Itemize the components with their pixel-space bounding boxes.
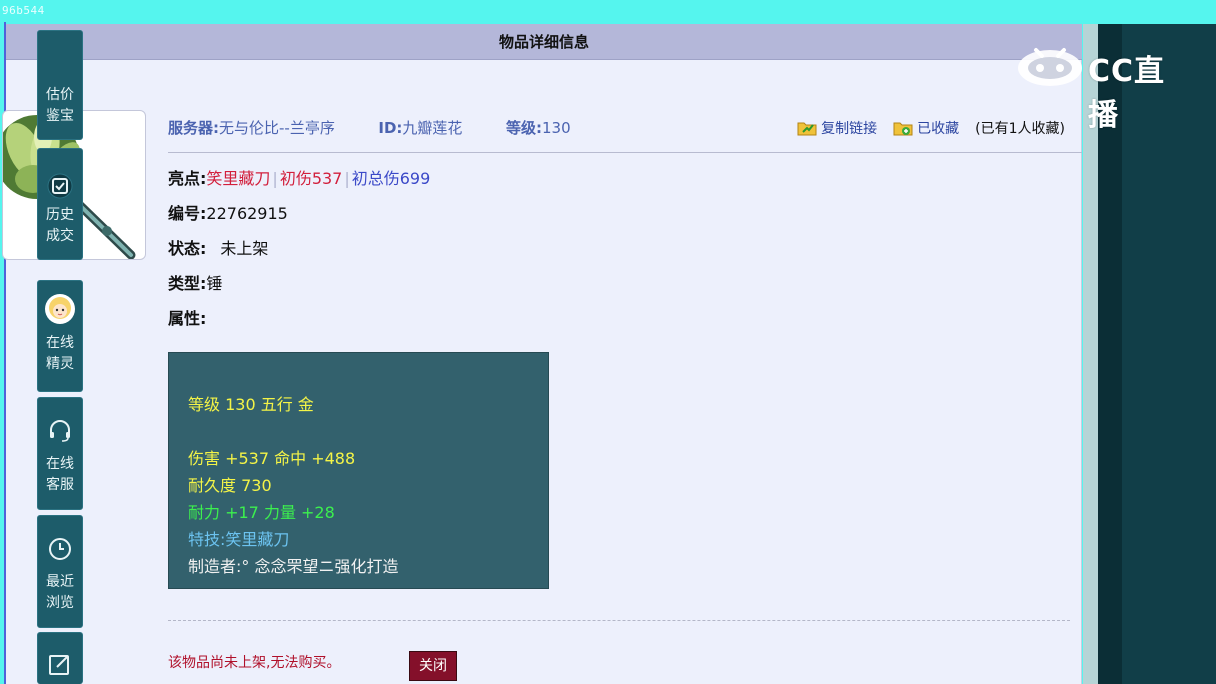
attr-special-skill: 特技:笑里藏刀 [188,530,290,549]
overlay-tag: 96b544 [2,4,45,17]
avatar-icon [45,294,75,324]
attr-spacer [188,418,548,445]
info-divider [168,152,1082,153]
sidebar-item-history[interactable]: 历史成交 [37,148,83,260]
sidebar-item-support[interactable]: 在线客服 [37,397,83,510]
attribute-panel: 等级 130 五行 金 伤害 +537 命中 +488 耐久度 730 耐力 +… [168,352,549,589]
sidebar-item-label: 在线客服 [46,456,74,493]
clock-icon [49,538,71,560]
favorited-button[interactable]: 已收藏 [893,118,959,138]
status-row: 状态: 未上架 [168,238,268,260]
highlight-skill: 笑里藏刀 [206,169,271,188]
unavailable-notice: 该物品尚未上架,无法购买。 [168,655,341,671]
sidebar-item-sprite[interactable]: 在线精灵 [37,280,83,392]
favorited-label: 已收藏 [917,121,960,137]
attr-durability: 耐久度 730 [188,476,272,495]
page-title: 物品详细信息 [6,24,1082,60]
close-button[interactable]: 关闭 [409,651,457,681]
type-row: 类型:锤 [168,273,222,295]
id-label: ID: [378,119,403,137]
sidebar-item-appraise[interactable]: 估价鉴宝 [37,30,83,140]
highlight-label: 亮点: [168,169,207,188]
type-label: 类型: [168,274,207,293]
serial-value: 22762915 [206,204,288,223]
serial-row: 编号:22762915 [168,203,288,225]
status-label: 状态: [168,239,207,258]
check-square-icon [47,173,73,199]
copy-link-button[interactable]: 复制链接 [797,118,877,138]
sidebar-item-edit[interactable] [37,632,83,684]
sidebar-item-label: 历史成交 [46,207,74,244]
server-value: 无与伦比--兰亭序 [219,119,335,137]
highlight-divider: | [272,169,278,188]
item-actions: 复制链接 已收藏 (已有1人收藏) [797,116,1065,140]
sidebar-item-label: 最近浏览 [46,574,74,611]
sidebar-item-recent[interactable]: 最近浏览 [37,515,83,628]
sidebar-item-label: 估价鉴宝 [46,87,74,124]
level-label: 等级: [506,119,542,137]
edit-icon [49,655,69,675]
item-detail-panel: 物品详细信息 服务器:无与伦比--兰亭序 ID:九瓣莲花 等级:130 复制链接 [2,24,1082,684]
copy-link-label: 复制链接 [821,121,878,137]
attr-stamina-strength: 耐力 +17 力量 +28 [188,503,335,522]
level-value: 130 [542,119,571,137]
highlight-total-damage: 初总伤699 [351,169,431,188]
attr-damage-hit: 伤害 +537 命中 +488 [188,449,356,468]
highlight-damage: 初伤537 [279,169,343,188]
attr-maker: 制造者:° 念念罘望ニ强化打造 [188,557,399,576]
footer-divider [168,620,1070,621]
cc-live-brand: CC直播 [1088,54,1166,133]
folder-star-icon [893,122,913,136]
id-value: 九瓣莲花 [402,119,463,137]
attr-level-element: 等级 130 五行 金 [188,395,314,414]
cc-live-watermark: CC直播 [1016,38,1178,133]
type-value: 锤 [206,274,223,293]
attr-row: 属性: [168,308,206,330]
server-label: 服务器: [168,119,219,137]
folder-link-icon [797,122,817,136]
favorite-count: (已有1人收藏) [975,121,1065,137]
cc-logo-icon [1018,48,1082,86]
status-value: 未上架 [220,239,269,258]
highlight-row: 亮点:笑里藏刀 | 初伤537 | 初总伤699 [168,168,430,190]
serial-label: 编号: [168,204,207,223]
attr-label: 属性: [168,309,207,328]
sidebar-item-label: 在线精灵 [46,335,74,372]
headset-icon [50,420,70,442]
highlight-divider: | [344,169,350,188]
